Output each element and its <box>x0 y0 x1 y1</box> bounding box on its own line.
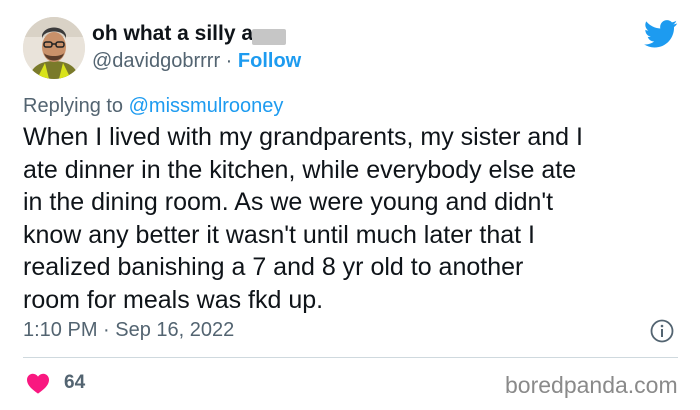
tweet-timestamp[interactable]: 1:10 PM · Sep 16, 2022 <box>23 319 234 342</box>
watermark: boredpanda.com <box>505 372 678 398</box>
heart-icon[interactable] <box>26 372 50 394</box>
author-handle-row: @davidgobrrrr · Follow <box>92 50 301 73</box>
divider <box>23 357 678 358</box>
tweet-text: When I lived with my grandparents, my si… <box>23 123 583 314</box>
like-count[interactable]: 64 <box>64 372 85 394</box>
censor-blur <box>252 29 286 45</box>
twitter-bird-icon[interactable] <box>644 20 678 48</box>
reply-prefix: Replying to <box>23 95 129 117</box>
avatar[interactable] <box>23 17 85 79</box>
handle-separator: · <box>220 50 238 72</box>
avatar-photo <box>23 17 85 79</box>
follow-button[interactable]: Follow <box>238 50 301 72</box>
author-handle[interactable]: @davidgobrrrr <box>92 50 220 72</box>
replying-to: Replying to @missmulrooney <box>23 95 283 118</box>
info-icon[interactable] <box>650 319 674 343</box>
reply-handle-link[interactable]: @missmulrooney <box>129 95 284 117</box>
author-display-name[interactable]: oh what a silly a <box>92 22 253 46</box>
